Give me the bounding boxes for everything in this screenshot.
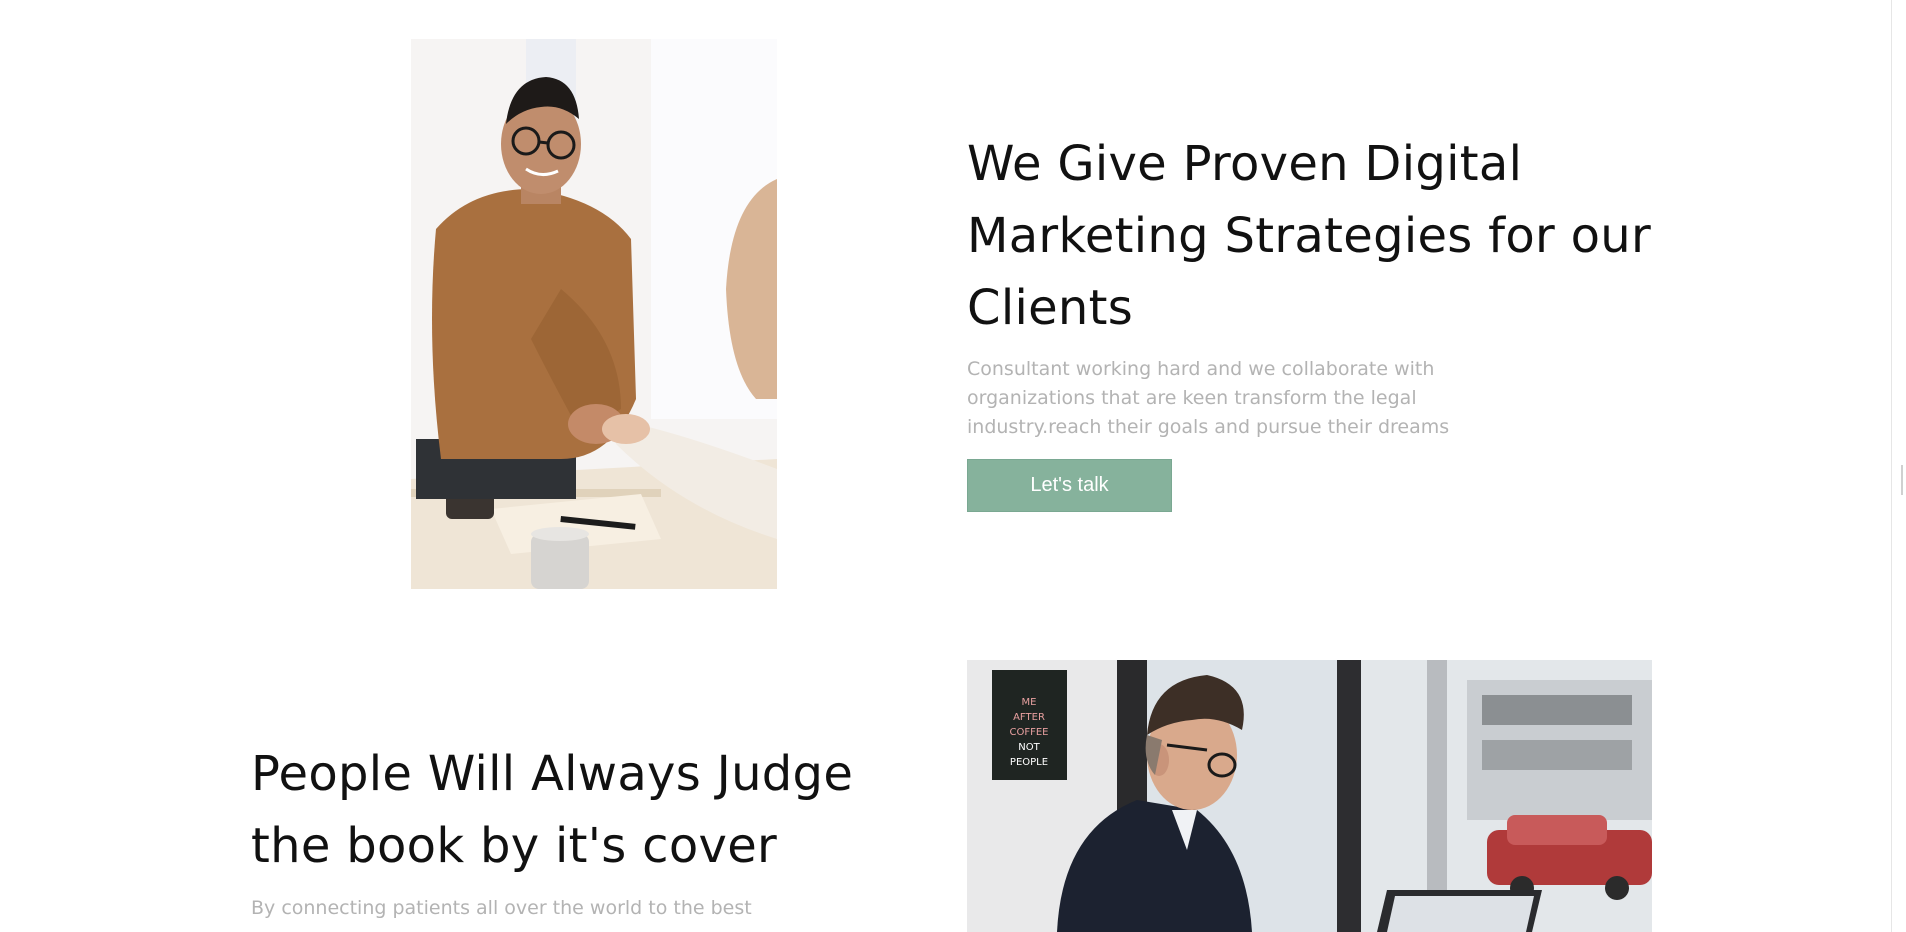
scrollbar-thumb[interactable] (1901, 465, 1903, 495)
svg-text:PEOPLE: PEOPLE (1010, 757, 1048, 768)
handshake-photo (411, 39, 777, 589)
page: We Give Proven Digital Marketing Strateg… (0, 0, 1906, 932)
svg-text:AFTER: AFTER (1013, 712, 1045, 723)
man-working-photo: ME AFTER COFFEE NOT PEOPLE (967, 660, 1652, 932)
lets-talk-button[interactable]: Let's talk (967, 459, 1172, 512)
svg-text:COFFEE: COFFEE (1010, 727, 1049, 738)
section-one-body: Consultant working hard and we collabora… (967, 358, 1450, 438)
svg-text:ME: ME (1022, 697, 1037, 708)
section-two-heading: People Will Always Judge the book by it'… (251, 746, 854, 874)
handshake-meeting-illustration (411, 39, 777, 589)
section-one-heading: We Give Proven Digital Marketing Strateg… (967, 136, 1652, 336)
svg-text:NOT: NOT (1018, 742, 1040, 753)
scrollbar[interactable] (1891, 0, 1906, 932)
section-two-body: By connecting patients all over the worl… (251, 897, 752, 919)
man-working-laptop-illustration: ME AFTER COFFEE NOT PEOPLE (967, 660, 1652, 932)
